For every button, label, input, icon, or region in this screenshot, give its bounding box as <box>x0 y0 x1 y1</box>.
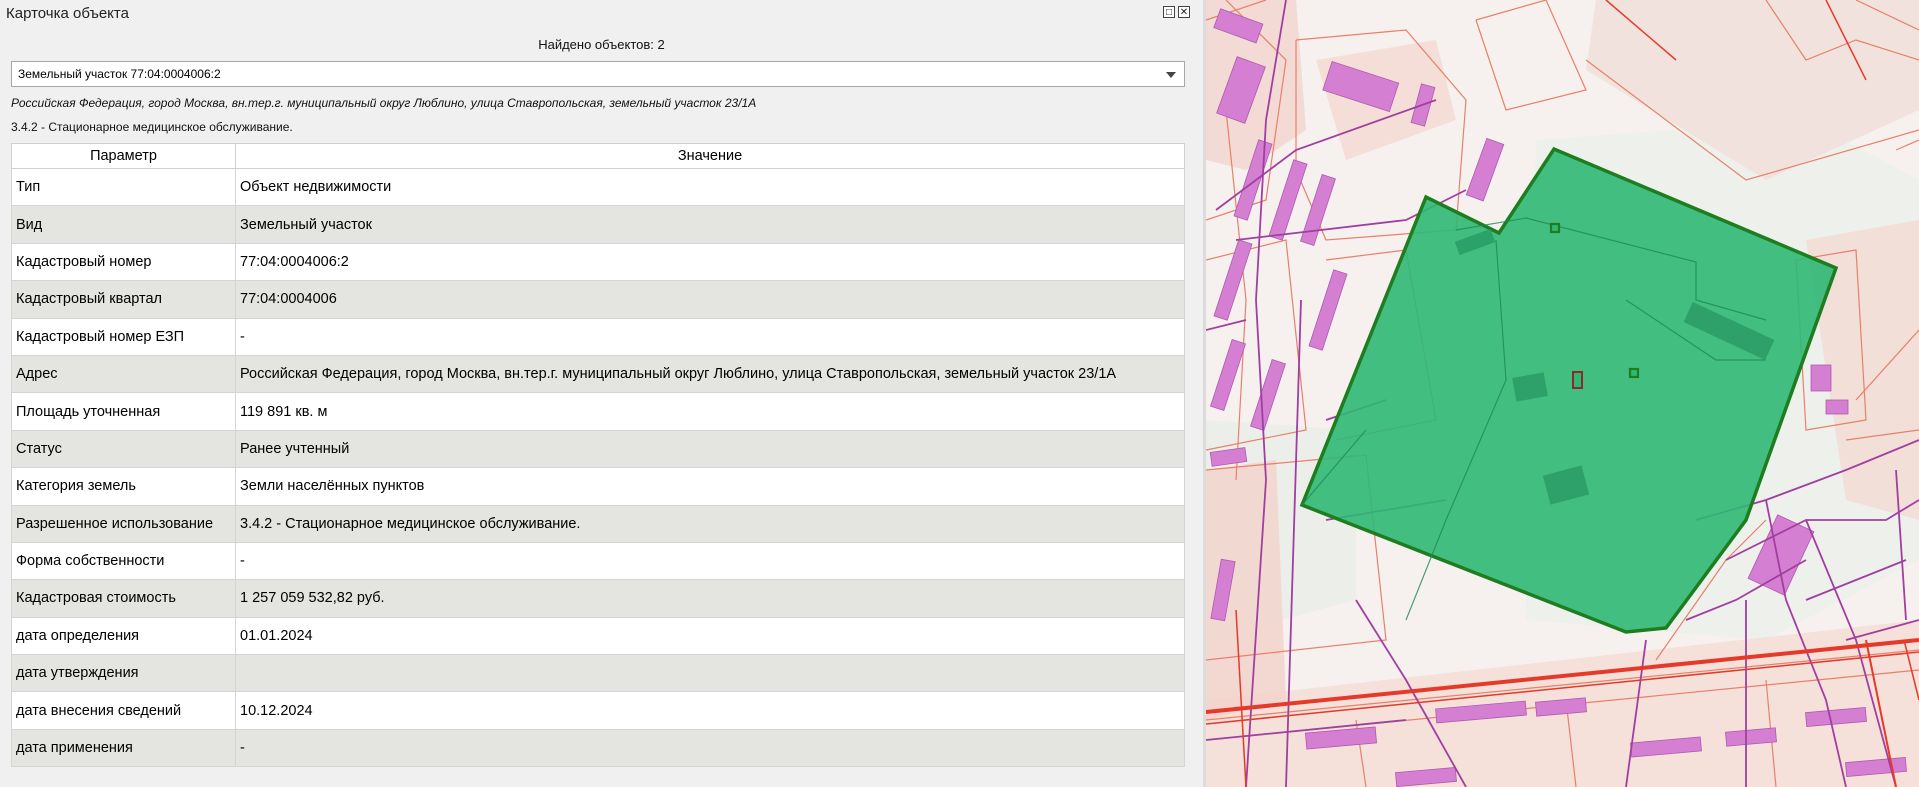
map-canvas[interactable] <box>1206 0 1919 787</box>
parameter-cell[interactable]: Кадастровый квартал <box>11 280 236 319</box>
parcel-point-marker <box>1572 371 1583 389</box>
table-row[interactable]: Вид Земельный участок <box>11 205 1185 244</box>
table-row[interactable]: Разрешенное использование 3.4.2 - Стацион… <box>11 504 1185 543</box>
value-cell[interactable]: 10.12.2024 <box>235 691 1185 730</box>
use-summary: 3.4.2 - Стационарное медицинское обслужи… <box>11 120 293 134</box>
table-row[interactable]: дата применения - <box>11 728 1185 768</box>
value-cell[interactable]: 1 257 059 532,82 руб. <box>235 579 1185 618</box>
object-select[interactable]: Земельный участок 77:04:0004006:2 <box>11 61 1185 87</box>
value-cell[interactable]: 01.01.2024 <box>235 616 1185 656</box>
value-cell[interactable]: - <box>235 541 1185 581</box>
map-view[interactable] <box>1206 0 1919 787</box>
value-cell[interactable]: Земельный участок <box>235 205 1185 244</box>
parameter-cell[interactable]: дата определения <box>11 616 236 656</box>
parameter-cell[interactable]: Кадастровый номер <box>11 242 236 282</box>
table-header-row: Параметр Значение <box>11 143 1185 169</box>
table-row[interactable]: дата внесения сведений 10.12.2024 <box>11 691 1185 730</box>
value-cell[interactable]: 77:04:0004006 <box>235 280 1185 319</box>
object-card-panel: Карточка объекта □ ✕ Найдено объектов: 2… <box>0 0 1204 787</box>
value-cell[interactable]: 119 891 кв. м <box>235 392 1185 431</box>
table-row[interactable]: Кадастровый номер 77:04:0004006:2 <box>11 242 1185 282</box>
parameter-cell[interactable]: Адрес <box>11 354 236 394</box>
table-row[interactable]: Кадастровый номер ЕЗП - <box>11 317 1185 356</box>
parameter-cell[interactable]: дата применения <box>11 728 236 768</box>
parameter-cell[interactable]: дата внесения сведений <box>11 691 236 730</box>
chevron-down-icon[interactable] <box>1166 72 1176 78</box>
parameter-cell[interactable]: Форма собственности <box>11 541 236 581</box>
table-row[interactable]: Площадь уточненная 119 891 кв. м <box>11 392 1185 431</box>
value-cell[interactable]: Земли населённых пунктов <box>235 467 1185 506</box>
value-cell[interactable]: Объект недвижимости <box>235 167 1185 207</box>
parameter-cell[interactable]: Тип <box>11 167 236 207</box>
table-row[interactable]: дата утверждения <box>11 654 1185 693</box>
found-count-label: Найдено объектов: 2 <box>538 37 665 52</box>
parameter-cell[interactable]: дата утверждения <box>11 654 236 693</box>
table-row[interactable]: Форма собственности - <box>11 541 1185 581</box>
properties-table: Параметр Значение Тип Объект недвижимости… <box>11 143 1185 768</box>
panel-title: Карточка объекта <box>6 5 129 22</box>
value-cell[interactable]: Ранее учтенный <box>235 429 1185 469</box>
address-summary: Российская Федерация, город Москва, вн.т… <box>11 96 757 110</box>
value-cell[interactable]: - <box>235 728 1185 768</box>
value-cell[interactable]: Российская Федерация, город Москва, вн.т… <box>235 354 1185 394</box>
parameter-cell[interactable]: Вид <box>11 205 236 244</box>
window-controls: □ ✕ <box>1163 6 1190 18</box>
parameter-cell[interactable]: Площадь уточненная <box>11 392 236 431</box>
parameter-cell[interactable]: Статус <box>11 429 236 469</box>
parameter-cell[interactable]: Кадастровая стоимость <box>11 579 236 618</box>
table-row[interactable]: Статус Ранее учтенный <box>11 429 1185 469</box>
table-row[interactable]: Категория земель Земли населённых пунктов <box>11 467 1185 506</box>
parameter-cell[interactable]: Кадастровый номер ЕЗП <box>11 317 236 356</box>
value-cell[interactable] <box>235 654 1185 693</box>
restore-icon[interactable]: □ <box>1163 6 1175 18</box>
table-row[interactable]: Тип Объект недвижимости <box>11 167 1185 207</box>
properties-table-body: Тип Объект недвижимости Вид Земельный участ… <box>11 167 1185 768</box>
column-header-parameter[interactable]: Параметр <box>11 143 236 169</box>
value-cell[interactable]: 77:04:0004006:2 <box>235 242 1185 282</box>
close-icon[interactable]: ✕ <box>1178 6 1190 18</box>
value-cell[interactable]: - <box>235 317 1185 356</box>
table-row[interactable]: дата определения 01.01.2024 <box>11 616 1185 656</box>
parameter-cell[interactable]: Категория земель <box>11 467 236 506</box>
object-select-value: Земельный участок 77:04:0004006:2 <box>18 67 221 81</box>
parameter-cell[interactable]: Разрешенное использование <box>11 504 236 543</box>
table-row[interactable]: Кадастровый квартал 77:04:0004006 <box>11 280 1185 319</box>
parcel-point-marker <box>1628 367 1640 379</box>
column-header-value[interactable]: Значение <box>235 143 1185 169</box>
table-row[interactable]: Кадастровая стоимость 1 257 059 532,82 ру… <box>11 579 1185 618</box>
value-cell[interactable]: 3.4.2 - Стационарное медицинское обслужи… <box>235 504 1185 543</box>
parcel-point-marker <box>1549 222 1561 234</box>
table-row[interactable]: Адрес Российская Федерация, город Москва,… <box>11 354 1185 394</box>
